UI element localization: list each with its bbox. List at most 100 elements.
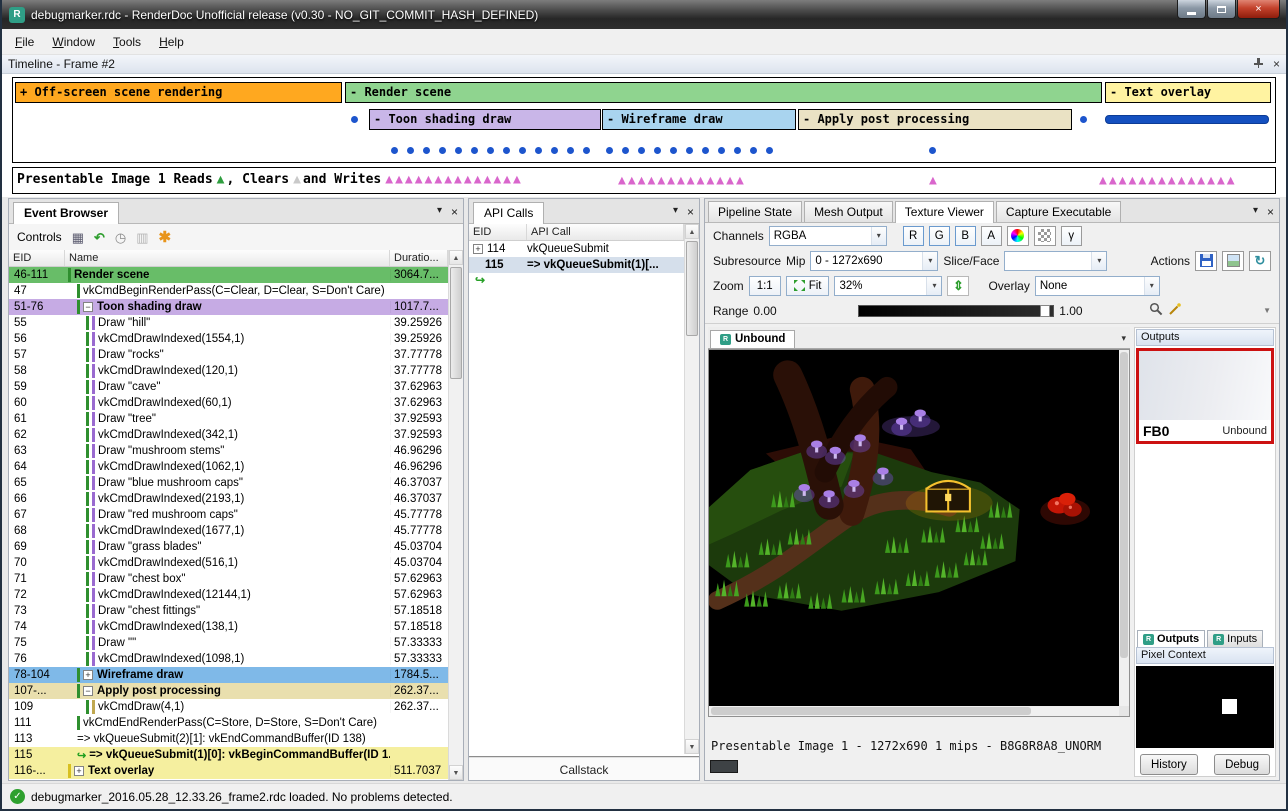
- timeline-bar-toon[interactable]: - Toon shading draw: [369, 109, 601, 130]
- event-row[interactable]: 65Draw "blue mushroom caps"46.37037: [9, 475, 448, 491]
- flip-y-button[interactable]: ⇕: [947, 276, 969, 296]
- event-row[interactable]: 76vkCmdDrawIndexed(1098,1)57.33333: [9, 651, 448, 667]
- save-texture-button[interactable]: [1195, 251, 1217, 271]
- bookmark-icon[interactable]: ✱: [159, 231, 172, 244]
- api-calls-scrollbar[interactable]: ▲ ▼: [684, 224, 699, 754]
- panel-close-icon[interactable]: ×: [687, 205, 694, 219]
- write-triangles-cluster[interactable]: ▲: [929, 169, 939, 193]
- timeline-draw-dots-wireframe[interactable]: [606, 143, 782, 157]
- timeline-canvas[interactable]: + Off-screen scene rendering - Render sc…: [12, 77, 1276, 163]
- event-row[interactable]: 46-111Render scene3064.7...: [9, 267, 448, 283]
- event-row[interactable]: 107-...−Apply post processing262.37...: [9, 683, 448, 699]
- open-texture-list-button[interactable]: [1222, 251, 1244, 271]
- mip-select[interactable]: 0 - 1272x690 ▾: [810, 251, 938, 271]
- column-name[interactable]: Name: [65, 250, 390, 266]
- timeline-bar-render-scene[interactable]: - Render scene: [345, 82, 1102, 103]
- texture-image[interactable]: [709, 350, 1119, 706]
- range-min-value[interactable]: 0.00: [753, 304, 776, 318]
- column-api-call[interactable]: API Call: [527, 224, 684, 240]
- stats-icon[interactable]: ▥: [136, 231, 148, 244]
- event-row[interactable]: 47vkCmdBeginRenderPass(C=Clear, D=Clear,…: [9, 283, 448, 299]
- scroll-down-icon[interactable]: ▼: [449, 765, 463, 780]
- fb0-thumbnail[interactable]: FB0 Unbound: [1136, 348, 1274, 444]
- browse-icon[interactable]: ▦: [72, 231, 84, 244]
- history-button[interactable]: History: [1140, 754, 1198, 775]
- scrollbar-thumb[interactable]: [711, 707, 1031, 715]
- viewport-hscrollbar[interactable]: [709, 706, 1119, 716]
- scrollbar-thumb[interactable]: [1120, 352, 1128, 658]
- event-row[interactable]: 55Draw "hill"39.25926: [9, 315, 448, 331]
- autofit-wand-icon[interactable]: [1168, 302, 1182, 319]
- zoom-range-icon[interactable]: [1149, 302, 1163, 319]
- timeline-draw-dots-postproc[interactable]: [929, 143, 945, 157]
- viewport-vscrollbar[interactable]: [1119, 350, 1129, 706]
- goto-resource-button[interactable]: ↻: [1249, 251, 1271, 271]
- write-triangles-cluster[interactable]: ▲▲▲▲▲▲▲▲▲▲▲▲▲▲: [385, 172, 523, 187]
- texture-tab-unbound[interactable]: R Unbound: [710, 330, 795, 348]
- scroll-up-icon[interactable]: ▲: [449, 250, 463, 265]
- colorwheel-button[interactable]: [1007, 226, 1029, 246]
- api-call-row[interactable]: +114vkQueueSubmit: [469, 241, 684, 257]
- titlebar[interactable]: R debugmarker.rdc - RenderDoc Unofficial…: [2, 0, 1286, 29]
- channel-g-button[interactable]: G: [929, 226, 950, 246]
- event-row[interactable]: 61Draw "tree"37.92593: [9, 411, 448, 427]
- channel-r-button[interactable]: R: [903, 226, 924, 246]
- panel-close-icon[interactable]: ×: [1267, 205, 1274, 219]
- debug-button[interactable]: Debug: [1214, 754, 1270, 775]
- column-eid[interactable]: EID: [9, 250, 65, 266]
- event-row[interactable]: 59Draw "cave"37.62963: [9, 379, 448, 395]
- panel-menu-icon[interactable]: ▾: [437, 205, 442, 219]
- pin-icon[interactable]: [1253, 57, 1264, 72]
- event-row[interactable]: 71Draw "chest box"57.62963: [9, 571, 448, 587]
- channel-a-button[interactable]: A: [981, 226, 1002, 246]
- time-durations-icon[interactable]: ◷: [115, 231, 126, 244]
- scrollbar-thumb[interactable]: [686, 241, 698, 336]
- menu-tools[interactable]: Tools: [104, 31, 150, 53]
- scroll-down-icon[interactable]: ▼: [685, 739, 699, 754]
- menu-file[interactable]: File: [6, 31, 43, 53]
- background-checker-button[interactable]: [1034, 226, 1056, 246]
- tab-capture-executable[interactable]: Capture Executable: [996, 201, 1121, 222]
- timeline-event-dot[interactable]: [1080, 116, 1087, 123]
- event-row[interactable]: 66vkCmdDrawIndexed(2193,1)46.37037: [9, 491, 448, 507]
- timeline-event-dot[interactable]: [351, 116, 358, 123]
- event-row[interactable]: 57Draw "rocks"37.77778: [9, 347, 448, 363]
- column-eid[interactable]: EID: [469, 224, 527, 240]
- event-row[interactable]: 111vkCmdEndRenderPass(C=Store, D=Store, …: [9, 715, 448, 731]
- event-row[interactable]: 60vkCmdDrawIndexed(60,1)37.62963: [9, 395, 448, 411]
- event-row[interactable]: 73Draw "chest fittings"57.18518: [9, 603, 448, 619]
- timeline-resource-usage[interactable]: Presentable Image 1 Reads▲, Clears▲and W…: [12, 167, 1276, 194]
- range-max-value[interactable]: 1.00: [1059, 304, 1082, 318]
- tab-mesh-output[interactable]: Mesh Output: [804, 201, 893, 222]
- event-row[interactable]: 56vkCmdDrawIndexed(1554,1)39.25926: [9, 331, 448, 347]
- scrollbar-thumb[interactable]: [450, 267, 462, 379]
- texture-viewport[interactable]: [708, 349, 1130, 717]
- column-duration[interactable]: Duratio...: [390, 250, 448, 266]
- close-button[interactable]: ×: [1237, 0, 1280, 19]
- event-row[interactable]: 51-76−Toon shading draw1017.7...: [9, 299, 448, 315]
- panel-close-icon[interactable]: ×: [451, 205, 458, 219]
- zoom-select[interactable]: 32% ▾: [834, 276, 942, 296]
- expander-icon[interactable]: −: [83, 302, 93, 312]
- event-row[interactable]: 67Draw "red mushroom caps"45.77778: [9, 507, 448, 523]
- timeline-header[interactable]: Timeline - Frame #2 ×: [2, 55, 1286, 74]
- timeline-bar-postproc[interactable]: - Apply post processing: [798, 109, 1072, 130]
- tab-texture-viewer[interactable]: Texture Viewer: [895, 201, 994, 223]
- timeline-text-overlay-span[interactable]: [1105, 115, 1269, 124]
- event-row[interactable]: 62vkCmdDrawIndexed(342,1)37.92593: [9, 427, 448, 443]
- timeline-close-icon[interactable]: ×: [1273, 57, 1280, 71]
- range-slider[interactable]: [858, 305, 1054, 317]
- range-slider-handle[interactable]: [1040, 305, 1050, 317]
- event-row[interactable]: 115↪=> vkQueueSubmit(1)[0]: vkBeginComma…: [9, 747, 448, 763]
- overlay-select[interactable]: None ▾: [1035, 276, 1160, 296]
- tab-event-browser[interactable]: Event Browser: [13, 202, 119, 224]
- scroll-up-icon[interactable]: ▲: [685, 224, 699, 239]
- gamma-button[interactable]: γ: [1061, 226, 1082, 246]
- expander-icon[interactable]: +: [74, 766, 84, 776]
- event-row[interactable]: 63Draw "mushroom stems"46.96296: [9, 443, 448, 459]
- event-row[interactable]: 113=> vkQueueSubmit(2)[1]: vkEndCommandB…: [9, 731, 448, 747]
- event-row[interactable]: 74vkCmdDrawIndexed(138,1)57.18518: [9, 619, 448, 635]
- zoom-1to1-button[interactable]: 1:1: [749, 276, 781, 296]
- event-row[interactable]: 78-104+Wireframe draw1784.5...: [9, 667, 448, 683]
- expander-icon[interactable]: +: [83, 670, 93, 680]
